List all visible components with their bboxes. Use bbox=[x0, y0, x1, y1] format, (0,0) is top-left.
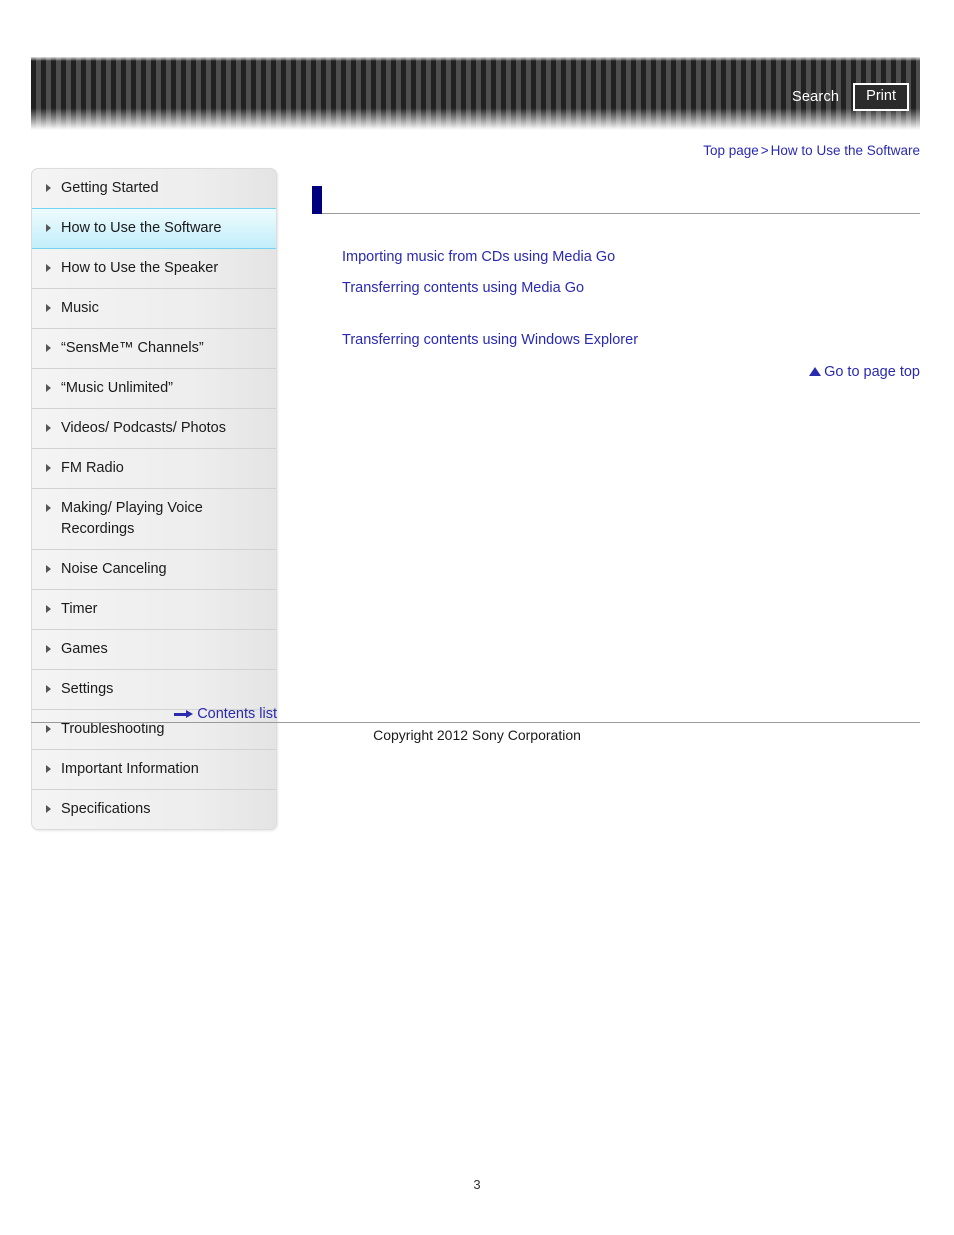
sidebar-item-settings[interactable]: Settings bbox=[32, 670, 276, 711]
breadcrumb: Top page > How to Use the Software bbox=[703, 143, 920, 158]
triangle-right-icon bbox=[46, 685, 51, 694]
sidebar-item-music-unlimited[interactable]: “Music Unlimited” bbox=[32, 369, 276, 410]
triangle-right-icon bbox=[46, 344, 51, 353]
triangle-right-icon bbox=[46, 304, 51, 313]
sidebar-item-how-to-use-the-speaker[interactable]: How to Use the Speaker bbox=[32, 249, 276, 290]
sidebar-item-timer[interactable]: Timer bbox=[32, 590, 276, 631]
triangle-right-icon bbox=[46, 184, 51, 192]
breadcrumb-separator: > bbox=[760, 143, 769, 158]
sidebar-item-label: How to Use the Software bbox=[61, 220, 222, 237]
sidebar-item-noise-canceling[interactable]: Noise Canceling bbox=[32, 550, 276, 591]
triangle-right-icon bbox=[46, 805, 51, 814]
sidebar-item-label: Important Information bbox=[61, 761, 199, 778]
sidebar-item-label: Videos/ Podcasts/ Photos bbox=[61, 420, 226, 437]
arrow-right-icon bbox=[174, 709, 194, 719]
sidebar-item-label: Music bbox=[61, 300, 99, 317]
sidebar-item-making-playing-voice-recordings[interactable]: Making/ Playing Voice Recordings bbox=[32, 489, 276, 551]
header-banner: Search Print bbox=[31, 57, 920, 130]
sidebar-item-fm-radio[interactable]: FM Radio bbox=[32, 449, 276, 490]
triangle-right-icon bbox=[46, 605, 51, 614]
sidebar-item-games[interactable]: Games bbox=[32, 630, 276, 671]
sidebar-item-label: Settings bbox=[61, 681, 114, 698]
triangle-right-icon bbox=[46, 424, 51, 433]
triangle-right-icon bbox=[46, 765, 51, 774]
contents-list-link[interactable]: Contents list bbox=[197, 706, 277, 722]
sidebar-item-label: “SensMe™ Channels” bbox=[61, 340, 204, 357]
search-label[interactable]: Search bbox=[792, 89, 839, 105]
content-link[interactable]: Transferring contents using Windows Expl… bbox=[342, 333, 920, 348]
page-title bbox=[322, 186, 920, 214]
header-stripe-pattern bbox=[31, 57, 920, 130]
sidebar-item-important-information[interactable]: Important Information bbox=[32, 750, 276, 791]
contents-list-row: Contents list bbox=[31, 706, 277, 722]
content-link-group-secondary: Transferring contents using Windows Expl… bbox=[312, 333, 920, 348]
triangle-right-icon bbox=[46, 504, 51, 513]
sidebar-item-label: Timer bbox=[61, 601, 98, 618]
sidebar-item-videos-podcasts-photos[interactable]: Videos/ Podcasts/ Photos bbox=[32, 409, 276, 450]
content-link-group-primary: Importing music from CDs using Media Go T… bbox=[312, 250, 920, 295]
breadcrumb-current-page: How to Use the Software bbox=[770, 143, 920, 158]
sidebar-item-label: Making/ Playing Voice Recordings bbox=[61, 500, 203, 538]
triangle-right-icon bbox=[46, 645, 51, 654]
sidebar-item-sensme-channels[interactable]: “SensMe™ Channels” bbox=[32, 329, 276, 370]
breadcrumb-link-top-page[interactable]: Top page bbox=[703, 143, 759, 158]
page-number: 3 bbox=[473, 1177, 481, 1192]
triangle-right-icon bbox=[46, 464, 51, 473]
sidebar-item-label: Getting Started bbox=[61, 180, 159, 196]
go-to-page-top-row: Go to page top bbox=[312, 364, 920, 380]
print-button[interactable]: Print bbox=[853, 83, 909, 111]
triangle-up-icon bbox=[809, 367, 822, 376]
heading-accent-bar bbox=[312, 186, 322, 214]
header-controls: Search Print bbox=[792, 83, 909, 111]
section-heading-row bbox=[312, 186, 920, 214]
triangle-right-icon bbox=[46, 384, 51, 393]
sidebar-item-label: Games bbox=[61, 641, 108, 658]
sidebar-item-specifications[interactable]: Specifications bbox=[32, 790, 276, 829]
footer-copyright: Copyright 2012 Sony Corporation bbox=[373, 727, 581, 743]
sidebar-item-label: How to Use the Speaker bbox=[61, 260, 219, 277]
sidebar-item-label: Specifications bbox=[61, 801, 151, 818]
main-content: Importing music from CDs using Media Go T… bbox=[312, 186, 920, 380]
sidebar-item-label: “Music Unlimited” bbox=[61, 380, 173, 397]
sidebar-item-music[interactable]: Music bbox=[32, 289, 276, 330]
triangle-right-icon bbox=[46, 264, 51, 273]
content-link[interactable]: Importing music from CDs using Media Go bbox=[342, 250, 920, 265]
content-link[interactable]: Transferring contents using Media Go bbox=[342, 280, 920, 296]
sidebar-item-how-to-use-the-software[interactable]: How to Use the Software bbox=[32, 208, 276, 250]
triangle-right-icon bbox=[46, 565, 51, 574]
triangle-right-icon bbox=[46, 224, 51, 233]
footer-divider bbox=[31, 722, 920, 723]
sidebar-item-getting-started[interactable]: Getting Started bbox=[32, 169, 276, 210]
go-to-page-top-link[interactable]: Go to page top bbox=[824, 364, 920, 380]
sidebar-item-label: Noise Canceling bbox=[61, 561, 167, 578]
sidebar-item-label: FM Radio bbox=[61, 460, 124, 477]
